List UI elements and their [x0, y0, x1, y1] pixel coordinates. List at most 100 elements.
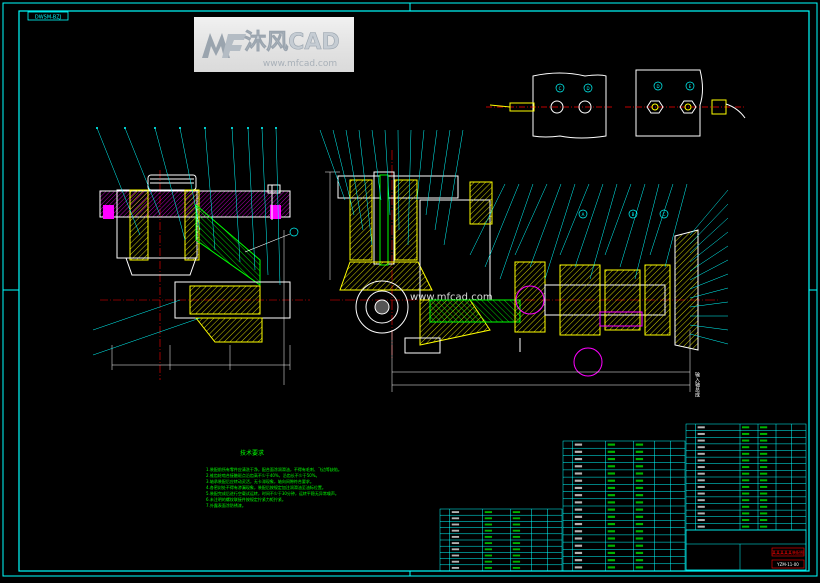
parts-table-middle-cell-text	[607, 443, 616, 446]
parts-table-right-cell-text	[742, 479, 750, 482]
parts-table-right-cell-text	[760, 472, 768, 475]
parts-table-middle-cell-text	[607, 494, 616, 497]
parts-table-lower-cell-text	[451, 535, 460, 538]
parts-table-right-cell-text	[697, 446, 705, 449]
parts-table-lower-cell-text	[512, 548, 521, 551]
parts-table-middle-cell-text	[635, 465, 644, 468]
parts-table-right-cell-text	[742, 466, 750, 469]
parts-table-right-cell-text	[760, 479, 768, 482]
leader-line	[689, 189, 729, 236]
parts-table-middle-cell-text	[574, 450, 583, 453]
leader-line	[92, 299, 181, 331]
parts-table-middle-cell-text	[607, 457, 616, 461]
parts-table-right-cell-text	[742, 472, 750, 475]
leader-dot	[123, 126, 127, 130]
leader-dot	[95, 126, 99, 130]
parts-table-right-cell-text	[742, 492, 750, 495]
watermark-brand: 沐风CAD	[244, 30, 339, 55]
parts-table-middle-cell-text	[574, 566, 583, 569]
parts-table-right-cell-text	[760, 459, 768, 462]
parts-table-middle-cell-text	[635, 566, 644, 569]
parts-table-right-cell-text	[697, 439, 705, 442]
leader-line	[92, 317, 201, 356]
parts-table-right-cell-text	[742, 525, 750, 528]
parts-table-middle-cell-text	[574, 537, 583, 540]
parts-table-right-cell-text	[697, 459, 705, 462]
drawing-number: YZM-11-00	[776, 562, 799, 567]
parts-table-middle-cell-text	[607, 472, 616, 475]
parts-table-lower-cell-text	[451, 529, 460, 532]
tech-req-line-2: 2.锥齿轮啮合接触斑点沿齿高不少于40%，沿齿长不少于50%。	[206, 472, 320, 478]
parts-list-tables	[439, 423, 807, 572]
parts-table-right-cell-text	[742, 452, 750, 455]
parts-table-middle-cell-text	[607, 566, 616, 569]
parts-table-middle-cell-text	[635, 508, 644, 511]
parts-table-right-cell-text	[760, 505, 768, 508]
parts-table-middle-cell-text	[574, 515, 583, 518]
parts-table-right-cell-text	[697, 485, 705, 488]
detail-view-right: D E	[625, 69, 746, 137]
parts-table-right-cell-text	[697, 479, 705, 482]
parts-table-right-cell-text	[742, 439, 750, 442]
parts-table-middle-cell-text	[635, 522, 644, 526]
parts-table-middle-cell-text	[574, 486, 583, 490]
parts-table-right-cell-text	[697, 512, 705, 515]
parts-table-middle-cell-text	[635, 494, 644, 497]
parts-table-middle-cell-text	[607, 479, 616, 482]
parts-table-lower-cell-text	[484, 511, 493, 514]
parts-table-right-cell-text	[742, 459, 750, 462]
leader-line	[425, 129, 438, 216]
parts-table-middle-cell-text	[607, 544, 616, 547]
leader-line	[604, 183, 632, 256]
parts-table-middle-cell-text	[607, 551, 616, 555]
parts-table-right-cell-text	[742, 432, 750, 435]
leader-line	[514, 183, 548, 256]
parts-table-right-cell-text	[697, 499, 705, 502]
parts-table-middle-cell-text	[635, 472, 644, 475]
parts-table-middle-cell-text	[607, 515, 616, 518]
tech-req-line-4: 4.各密封处不得有渗漏现象，装配后按规定加注润滑油至油标位置。	[206, 484, 326, 490]
watermark-url: www.mfcad.com	[263, 59, 337, 69]
parts-table-middle-cell-text	[574, 501, 583, 504]
leader-line	[689, 203, 729, 245]
leader-line	[574, 183, 604, 268]
parts-table-lower-cell-text	[451, 542, 460, 545]
parts-table-lower-cell-text	[512, 511, 521, 514]
parts-table-middle-cell-text	[635, 551, 644, 555]
tech-req-line-1: 1.装配前所有零件应清洗干净，配合面涂润滑油，不得有毛刺、飞边等缺陷。	[206, 466, 342, 472]
parts-table-middle-cell-text	[574, 465, 583, 468]
parts-table-right-cell-text	[760, 525, 768, 528]
parts-table-lower-cell-text	[484, 517, 493, 520]
parts-table-lower-cell-text	[512, 517, 521, 520]
parts-table-middle-cell-text	[635, 537, 644, 540]
tech-req-line-5: 5.装配完成后进行空载试运转，时间不少于30分钟，运转平稳无异常噪声。	[206, 490, 339, 496]
leader-line	[589, 183, 618, 280]
leader-line	[332, 129, 355, 216]
detail-view-left: C D	[486, 72, 612, 139]
section-label-b: B	[632, 212, 635, 217]
parts-table-right-cell-text	[742, 426, 750, 429]
parts-table-middle-cell-text	[607, 450, 616, 453]
parts-table-right-cell-text	[697, 525, 705, 528]
parts-table-lower-cell-text	[512, 566, 521, 569]
parts-table-middle-cell-text	[635, 530, 644, 533]
parts-table-middle-cell-text	[607, 501, 616, 504]
parts-table-middle-cell-text	[607, 486, 616, 490]
parts-table-middle-cell-text	[574, 544, 583, 547]
parts-table-right-cell-text	[760, 485, 768, 488]
parts-table-lower-cell-text	[512, 529, 521, 532]
parts-table-middle-cell-text	[607, 537, 616, 540]
leader-line	[649, 183, 674, 256]
parts-table-lower-cell-text	[484, 529, 493, 532]
leader-dot	[153, 126, 157, 130]
parts-table-lower-cell-text	[484, 548, 493, 551]
parts-table-right-cell-text	[760, 492, 768, 495]
parts-table-lower-cell-text	[451, 517, 460, 520]
parts-table-right-cell-text	[697, 426, 705, 429]
leader-line	[559, 183, 590, 256]
parts-table-middle-cell-text	[635, 486, 644, 490]
watermark-logo: 沐风CAD www.mfcad.com	[194, 17, 354, 72]
leader-line	[154, 127, 186, 241]
parts-table-right-cell-text	[760, 512, 768, 515]
parts-table-middle-cell-text	[574, 479, 583, 482]
